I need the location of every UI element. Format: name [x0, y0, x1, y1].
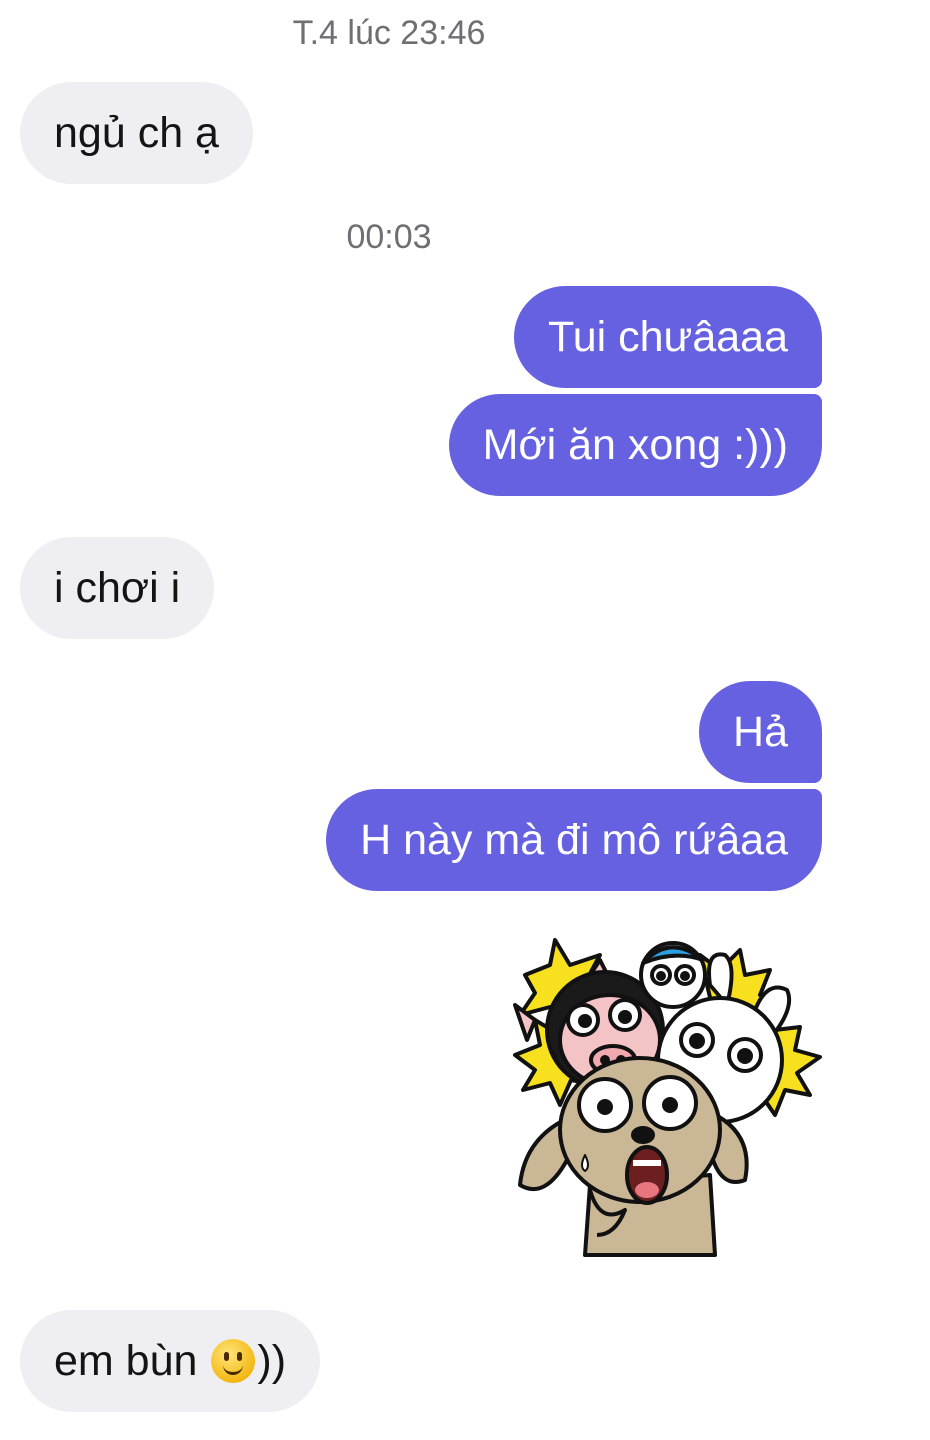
timestamp: 00:03: [346, 218, 432, 256]
message-text: Mới ăn xong :))): [482, 421, 788, 469]
outgoing-message-bubble[interactable]: Mới ăn xong :))): [448, 394, 822, 496]
outgoing-message-bubble[interactable]: Hả: [699, 681, 822, 783]
slightly-smiling-face-icon: [211, 1339, 256, 1383]
message-text: Hả: [733, 708, 788, 756]
message-text: H này mà đi mô rứâaa: [360, 816, 788, 864]
incoming-message-bubble[interactable]: ngủ ch ạ: [20, 82, 253, 184]
incoming-message-bubble[interactable]: i chơi i: [20, 537, 215, 639]
outgoing-message-bubble[interactable]: Tui chưâaaa: [514, 286, 822, 388]
sticker-illustration: [513, 938, 822, 1257]
message-text: ngủ ch ạ: [54, 109, 219, 157]
timestamp: T.4 lúc 23:46: [292, 14, 486, 52]
incoming-message-bubble[interactable]: em bùn )): [20, 1310, 321, 1412]
message-text: em bùn: [54, 1337, 198, 1385]
message-text: i chơi i: [54, 564, 181, 612]
message-text: Tui chưâaaa: [548, 313, 788, 361]
message-suffix: )): [257, 1337, 287, 1385]
shocked-animals-sticker[interactable]: [505, 935, 825, 1265]
outgoing-message-bubble[interactable]: H này mà đi mô rứâaa: [326, 789, 822, 891]
